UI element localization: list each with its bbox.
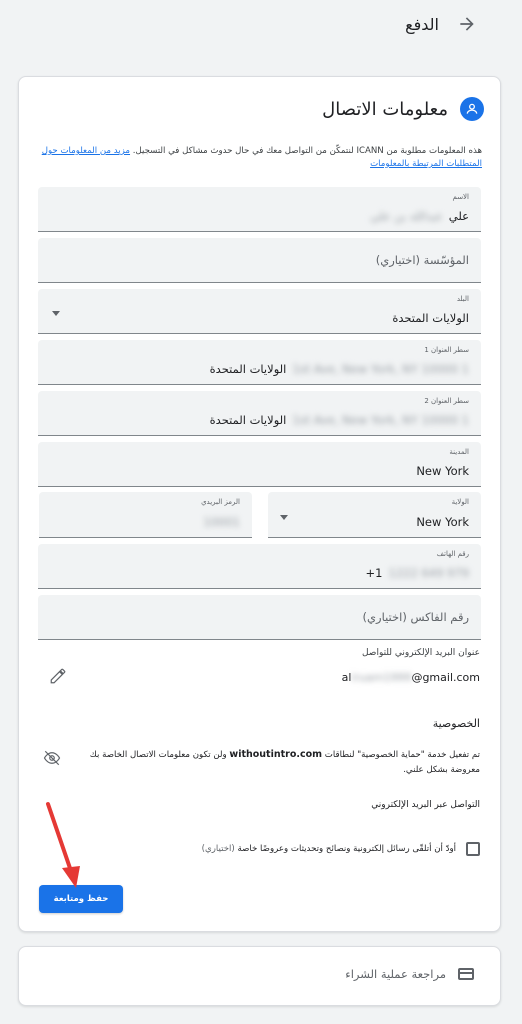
intro-description: هذه المعلومات مطلوبة من ICANN لنتمكّن من…	[132, 146, 482, 156]
zip-field[interactable]: الرمز البريدي 10001	[39, 492, 252, 538]
privacy-text: تم تفعيل خدمة "حماية الخصوصية" لنطاقات w…	[68, 747, 480, 778]
name-visible: علي	[448, 209, 469, 223]
email-value: aliruam1999@gmail.com	[342, 671, 480, 684]
phone-field[interactable]: رقم الهاتف 979 649 1222 1+	[38, 544, 481, 589]
marketing-text: أودّ أن أتلقّى رسائل إلكترونية ونصائح وت…	[237, 844, 456, 854]
phone-label: رقم الهاتف	[436, 550, 469, 558]
privacy-domain: withoutintro.com	[229, 749, 323, 760]
organization-field[interactable]: المؤسّسة (اختياري)	[38, 238, 481, 283]
dropdown-arrow-icon	[52, 311, 60, 316]
privacy-title: الخصوصية	[432, 717, 480, 730]
address2-value: 1st Ave, New York, NY 10000 1 الولايات ا…	[210, 413, 469, 427]
optional-note: (اختياري)	[201, 844, 235, 854]
address-line1-field[interactable]: سطر العنوان 1 1st Ave, New York, NY 1000…	[38, 340, 481, 385]
email-suffix: @gmail.com	[411, 671, 480, 684]
arrow-forward-icon[interactable]	[457, 14, 477, 34]
state-value: New York	[416, 515, 469, 529]
dropdown-arrow-icon	[280, 514, 288, 520]
intro-text: هذه المعلومات مطلوبة من ICANN لنتمكّن من…	[34, 145, 482, 171]
credit-card-icon	[458, 968, 474, 980]
phone-visible: 1+	[365, 566, 383, 580]
address2-visible: الولايات المتحدة	[209, 413, 287, 427]
privacy-text-before: تم تفعيل خدمة "حماية الخصوصية" لنطاقات	[324, 750, 480, 760]
country-value: الولايات المتحدة	[392, 311, 469, 325]
address1-visible: الولايات المتحدة	[209, 362, 287, 376]
email-label: عنوان البريد الإلكتروني للتواصل	[361, 648, 480, 658]
marketing-opt-in[interactable]: أودّ أن أتلقّى رسائل إلكترونية ونصائح وت…	[202, 842, 480, 856]
city-field[interactable]: المدينة New York	[38, 442, 481, 487]
checkout-page: الدفع معلومات الاتصال هذه المعلومات مطلو…	[0, 0, 522, 1024]
fax-placeholder: رقم الفاكس (اختياري)	[362, 610, 469, 624]
address2-blurred: 1st Ave, New York, NY 10000 1	[292, 413, 469, 427]
person-icon	[460, 97, 484, 121]
city-value: New York	[416, 464, 469, 478]
contact-info-card: معلومات الاتصال هذه المعلومات مطلوبة من …	[18, 76, 501, 932]
address1-blurred: 1st Ave, New York, NY 10000 1	[292, 362, 469, 376]
address-line2-field[interactable]: سطر العنوان 2 1st Ave, New York, NY 1000…	[38, 391, 481, 436]
marketing-checkbox-label: أودّ أن أتلقّى رسائل إلكترونية ونصائح وت…	[202, 844, 456, 854]
organization-placeholder: المؤسّسة (اختياري)	[375, 253, 469, 267]
email-blurred: iruam1999	[351, 671, 412, 684]
name-field[interactable]: الاسم علي عبدالله بن علي	[38, 187, 481, 232]
card-title-row: معلومات الاتصال	[322, 97, 484, 121]
country-select[interactable]: البلد الولايات المتحدة	[38, 289, 481, 334]
fax-field[interactable]: رقم الفاكس (اختياري)	[38, 595, 481, 640]
zip-label: الرمز البريدي	[201, 498, 240, 506]
zip-value: 10001	[203, 515, 240, 529]
address2-label: سطر العنوان 2	[424, 397, 469, 405]
email-contact-title: التواصل عبر البريد الإلكتروني	[371, 800, 480, 810]
review-label: مراجعة عملية الشراء	[345, 967, 446, 981]
marketing-checkbox[interactable]	[466, 842, 480, 856]
card-title: معلومات الاتصال	[322, 98, 448, 120]
annotation-arrow-icon	[46, 802, 80, 888]
address1-label: سطر العنوان 1	[424, 346, 469, 354]
state-label: الولاية	[451, 498, 469, 506]
name-value: علي عبدالله بن علي	[370, 209, 469, 223]
country-label: البلد	[456, 295, 469, 303]
review-row: مراجعة عملية الشراء	[345, 967, 474, 981]
header: الدفع	[405, 14, 477, 34]
city-label: المدينة	[449, 448, 469, 456]
email-prefix: al	[341, 671, 352, 684]
phone-blurred: 979 649 1222	[388, 566, 470, 580]
name-blurred: عبدالله بن علي	[370, 209, 443, 223]
state-select[interactable]: الولاية New York	[268, 492, 481, 538]
phone-value: 979 649 1222 1+	[366, 566, 469, 580]
pencil-icon[interactable]	[49, 667, 67, 685]
review-purchase-card[interactable]: مراجعة عملية الشراء	[18, 946, 501, 1006]
name-label: الاسم	[452, 193, 469, 201]
eye-off-icon	[43, 749, 61, 767]
address1-value: 1st Ave, New York, NY 10000 1 الولايات ا…	[210, 362, 469, 376]
page-title: الدفع	[405, 14, 439, 34]
